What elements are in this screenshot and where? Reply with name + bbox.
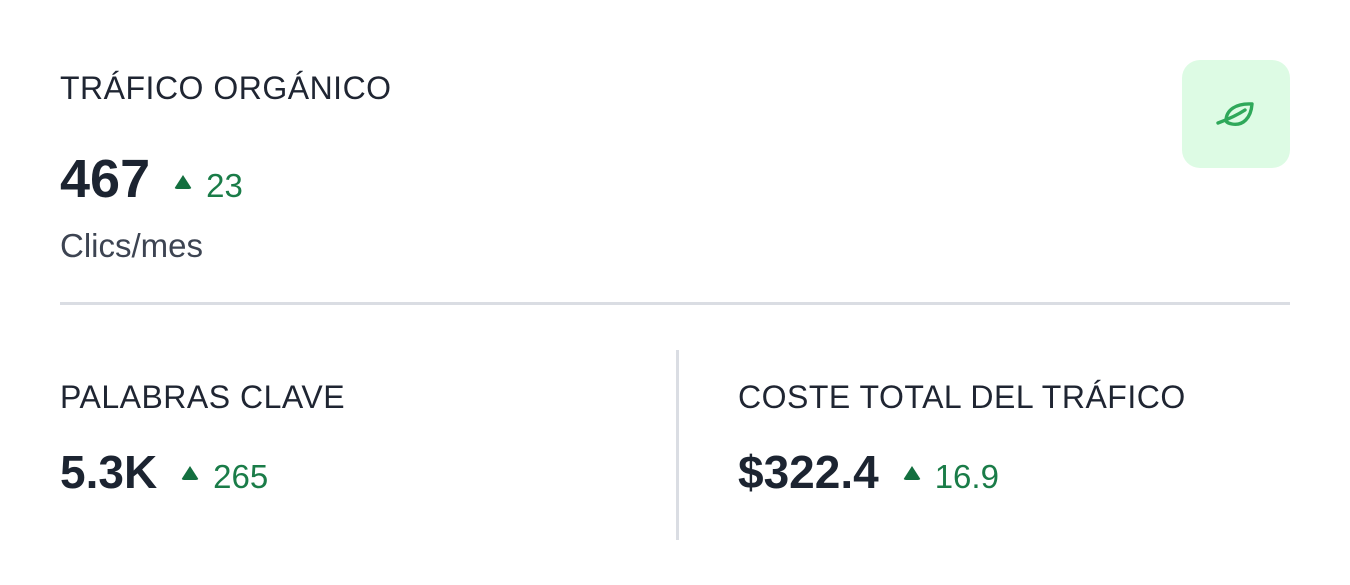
keywords-delta-value: 265 [213,458,269,495]
keywords-metric: 5.3K 265 [60,449,268,495]
traffic-cost-delta-value: 16.9 [934,458,999,495]
keywords-section: PALABRAS CLAVE 5.3K 265 [60,0,660,585]
traffic-cost-title: COSTE TOTAL DEL TRÁFICO [738,379,1186,415]
keywords-delta: 265 [181,460,268,493]
traffic-cost-metric: $322.4 16.9 [738,449,999,495]
seo-metrics-card: TRÁFICO ORGÁNICO 467 23 Clics/mes PALABR… [0,0,1350,585]
vertical-divider [676,350,679,540]
traffic-cost-section: COSTE TOTAL DEL TRÁFICO $322.4 16.9 [738,0,1298,585]
trend-up-icon [181,466,200,480]
traffic-cost-value: $322.4 [738,446,879,498]
trend-up-icon [902,466,921,480]
traffic-cost-delta: 16.9 [902,458,999,495]
keywords-title: PALABRAS CLAVE [60,379,346,415]
keywords-value: 5.3K [60,446,158,498]
